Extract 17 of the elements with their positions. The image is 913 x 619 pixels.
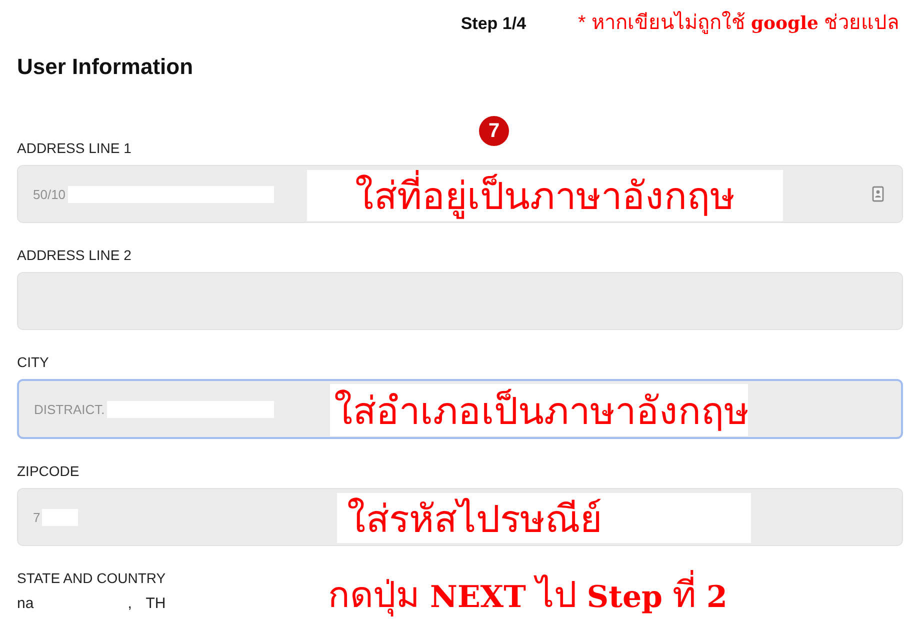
field-label: CITY xyxy=(17,354,49,371)
step-marker: 7 xyxy=(479,116,509,146)
annotation-note: กดปุ่ม NEXT ไป Step ที่ 2 xyxy=(328,566,728,619)
contact-card-icon[interactable] xyxy=(872,186,884,202)
annotation-note: ใส่อำเภอเป็นภาษาอังกฤษ xyxy=(330,384,748,436)
annotation-note: ใส่ที่อยู่เป็นภาษาอังกฤษ xyxy=(307,170,783,221)
input-field[interactable] xyxy=(17,272,903,330)
field-label: ADDRESS LINE 1 xyxy=(17,140,132,157)
section-title: User Information xyxy=(17,53,194,81)
annotation-note: ใส่รหัสไปรษณีย์ xyxy=(337,493,751,543)
step-indicator: Step 1/4 xyxy=(460,14,526,34)
field-label: ADDRESS LINE 2 xyxy=(17,247,132,264)
field-value: na xyxy=(17,595,34,612)
field-label: STATE AND COUNTRY xyxy=(17,570,166,587)
field-label: ZIPCODE xyxy=(17,463,80,480)
field-value: , TH xyxy=(128,595,166,612)
translation-note: * หากเขียนไม่ถูกใช้ google ช่วยแปล xyxy=(578,10,899,36)
